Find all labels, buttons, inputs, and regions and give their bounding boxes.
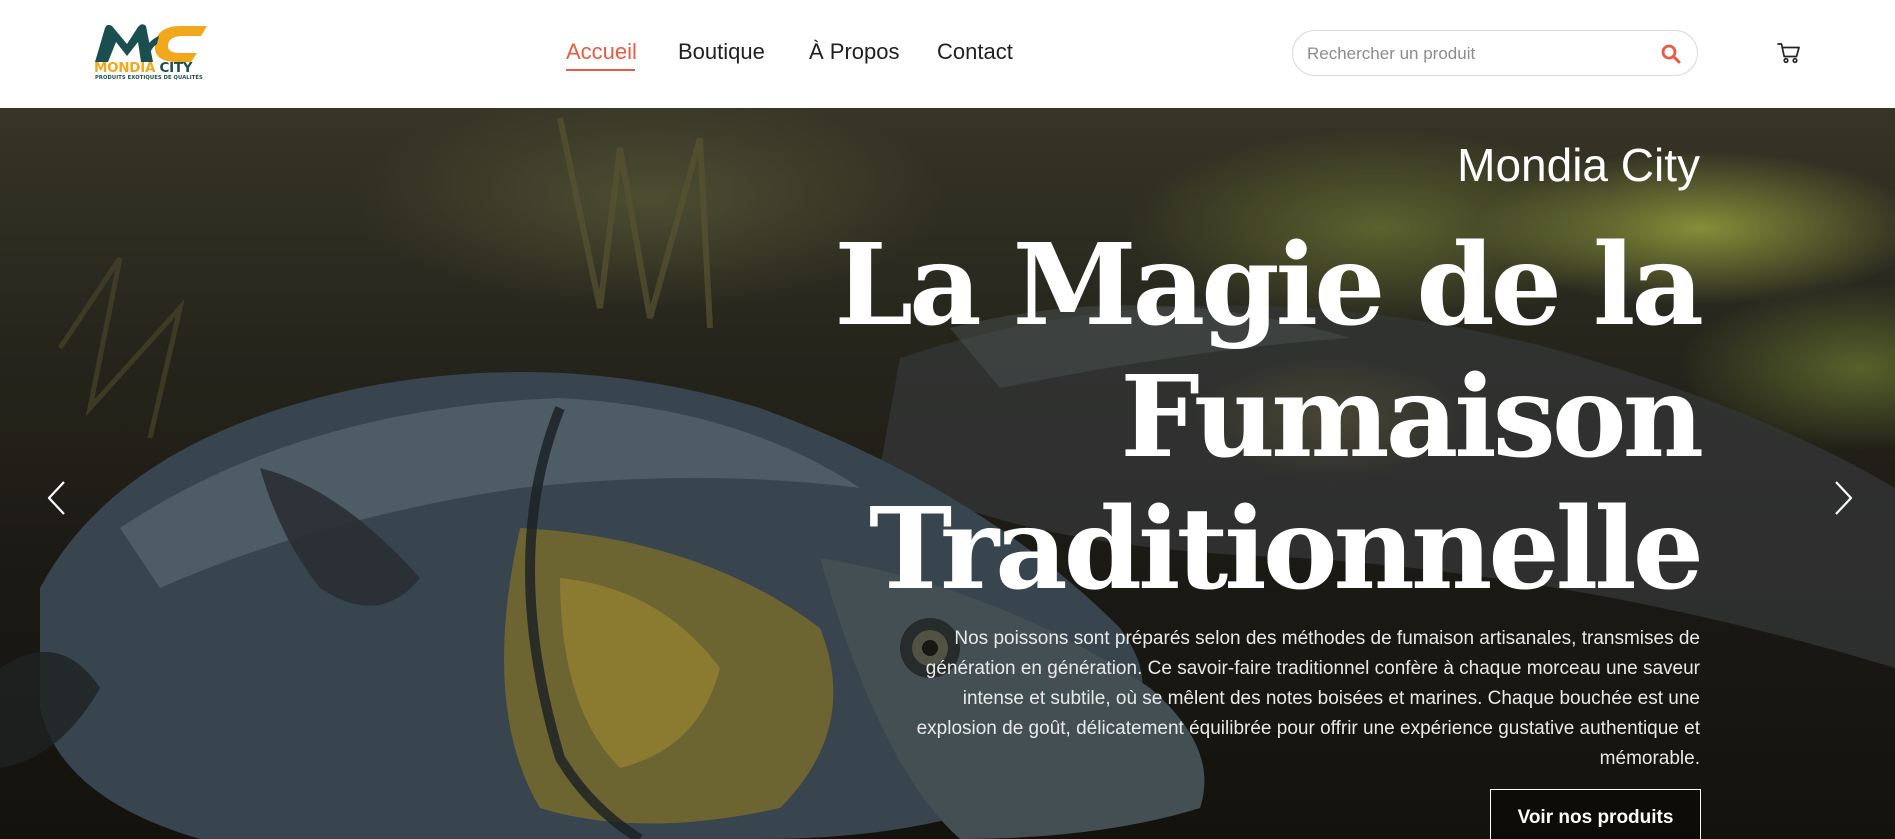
- cart-icon[interactable]: [1777, 42, 1801, 64]
- logo-name: MONDIA CITY: [94, 60, 193, 76]
- search-icon[interactable]: [1661, 44, 1681, 64]
- brand-logo[interactable]: MONDIA CITY PRODUITS EXOTIQUES DE QUALIT…: [93, 22, 207, 84]
- logo-mark-icon: [95, 24, 207, 62]
- nav-item-contact[interactable]: Contact: [937, 38, 1013, 66]
- hero-carousel: Mondia City La Magie de la Fumaison Trad…: [0, 108, 1895, 839]
- nav-item-boutique[interactable]: Boutique: [678, 38, 765, 66]
- chevron-right-icon[interactable]: [1832, 480, 1854, 516]
- nav-item-a-propos[interactable]: À Propos: [809, 38, 900, 66]
- active-underline: [566, 69, 635, 71]
- site-header: MONDIA CITY PRODUITS EXOTIQUES DE QUALIT…: [0, 0, 1895, 108]
- nav-item-label: Boutique: [678, 39, 765, 64]
- nav-item-label: Accueil: [566, 39, 637, 64]
- chevron-left-icon[interactable]: [46, 480, 68, 516]
- search-bar: [1292, 30, 1698, 76]
- view-products-button[interactable]: Voir nos produits: [1490, 789, 1701, 839]
- logo-tagline: PRODUITS EXOTIQUES DE QUALITÉS: [95, 75, 203, 81]
- hero-title: La Magie de la Fumaison Traditionnelle: [834, 220, 1704, 615]
- hero-description: Nos poissons sont préparés selon des mét…: [916, 628, 1700, 769]
- nav-item-accueil[interactable]: Accueil: [566, 38, 637, 71]
- hero-brand: Mondia City: [1457, 139, 1700, 191]
- nav-item-label: Contact: [937, 39, 1013, 64]
- logo-name-part2: CITY: [159, 60, 193, 76]
- search-input[interactable]: [1307, 41, 1637, 67]
- nav-item-label: À Propos: [809, 39, 900, 64]
- logo-name-part1: MONDIA: [94, 60, 156, 76]
